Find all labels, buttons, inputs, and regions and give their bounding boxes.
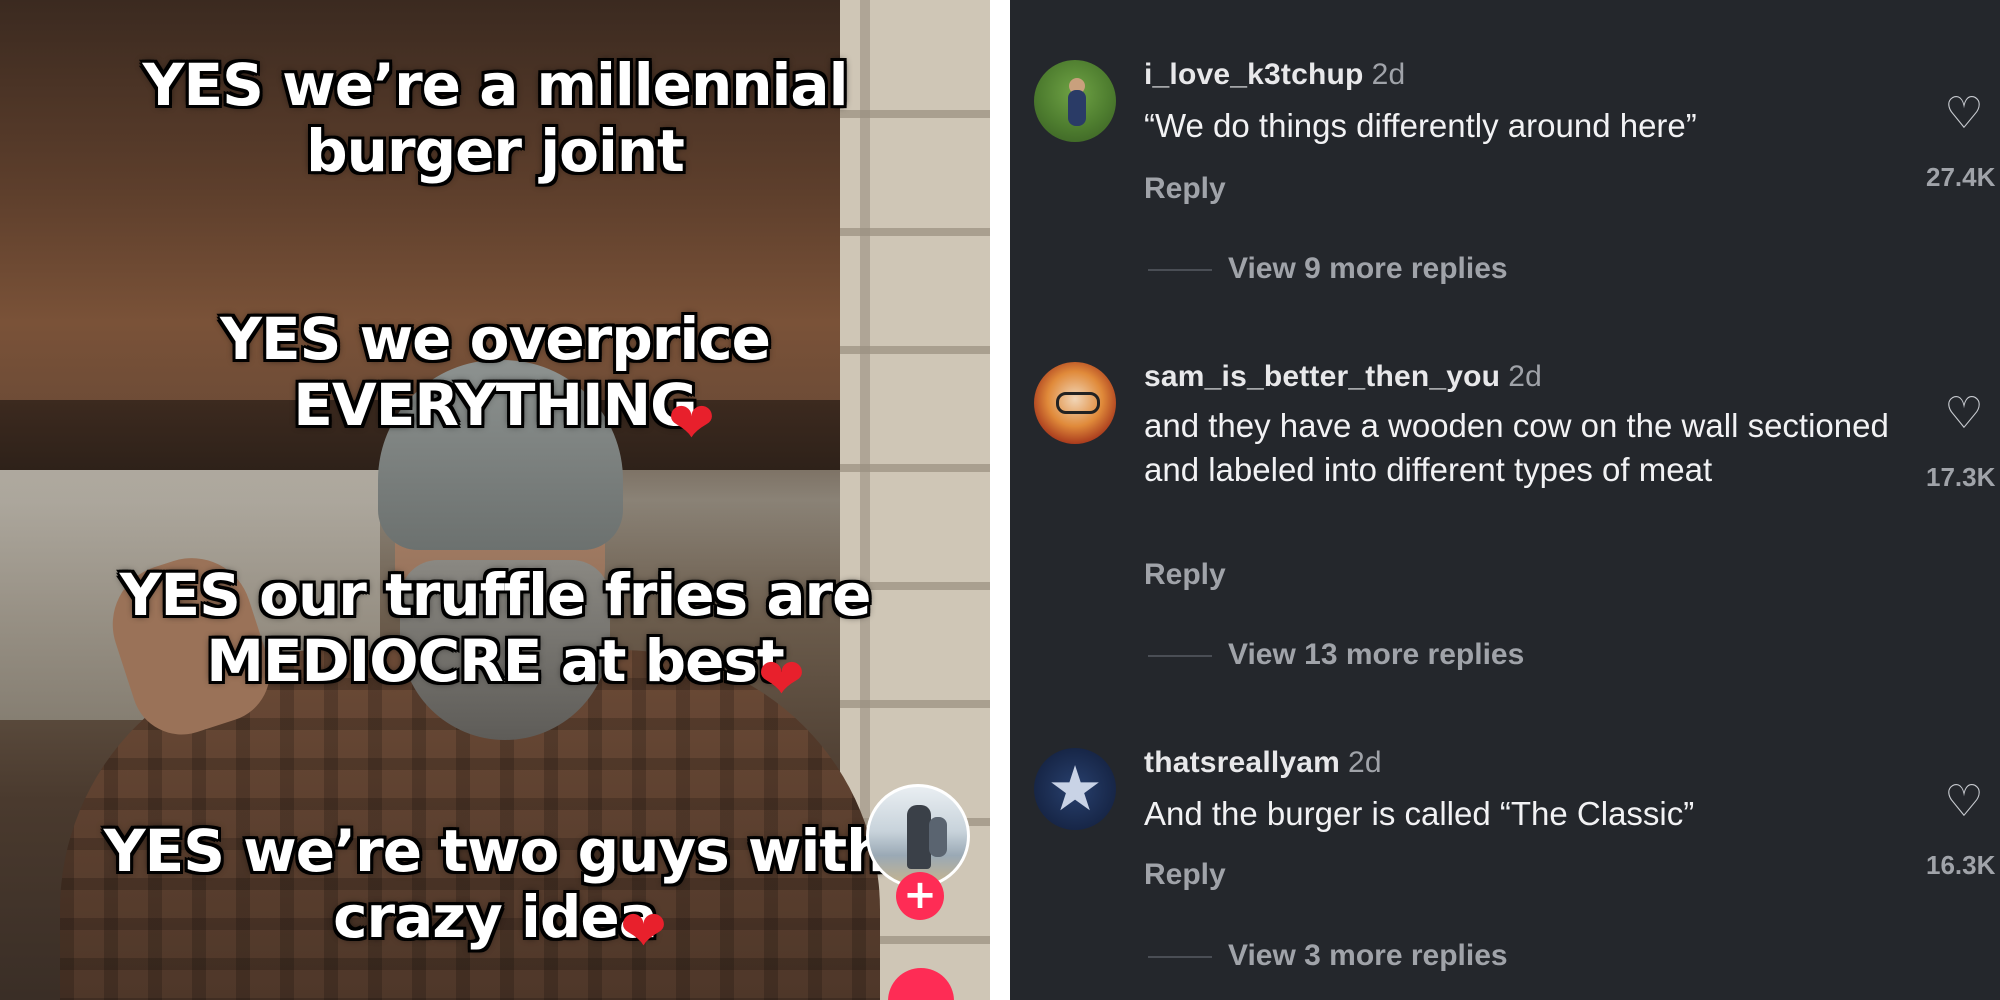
red-heart-emoji: ❤ bbox=[668, 391, 715, 456]
heart-outline-icon[interactable]: ♡ bbox=[1942, 92, 1986, 136]
avatar-glasses bbox=[1056, 392, 1100, 414]
avatar[interactable]: ★ bbox=[1034, 748, 1116, 830]
like-count: 16.3K bbox=[1926, 850, 1996, 880]
like-count: 27.4K bbox=[1926, 162, 1996, 192]
username-text[interactable]: thatsreallyam bbox=[1144, 746, 1340, 779]
comment-age: 2d bbox=[1508, 360, 1542, 393]
avatar-figure bbox=[907, 805, 931, 869]
username-text[interactable]: i_love_k3tchup bbox=[1144, 58, 1364, 91]
view-more-replies-button[interactable]: View 9 more replies bbox=[1228, 252, 1508, 286]
panel-divider bbox=[990, 0, 1010, 1000]
red-heart-emoji: ❤ bbox=[620, 899, 667, 964]
avatar[interactable] bbox=[1034, 362, 1116, 444]
like-count: 17.3K bbox=[1926, 462, 1996, 492]
username-text[interactable]: sam_is_better_then_you bbox=[1144, 360, 1500, 393]
comment-username[interactable]: sam_is_better_then_you 2d bbox=[1144, 360, 1542, 394]
comment-age: 2d bbox=[1371, 58, 1406, 91]
comment-text: And the burger is called “The Classic” bbox=[1144, 795, 1695, 832]
comment-username[interactable]: i_love_k3tchup 2d bbox=[1144, 58, 1405, 92]
reply-button[interactable]: Reply bbox=[1144, 858, 1226, 892]
comment-text: and they have a wooden cow on the wall s… bbox=[1144, 407, 1889, 488]
star-icon: ★ bbox=[1047, 752, 1103, 825]
comment-text: “We do things differently around here” bbox=[1144, 107, 1697, 144]
caption-line-1: YES we’re a millennial burger joint bbox=[0, 52, 990, 184]
caption-text: YES we’re two guys with crazy idea bbox=[103, 817, 888, 951]
avatar[interactable] bbox=[1034, 60, 1116, 142]
caption-text: YES we’re a millennial burger joint bbox=[142, 51, 849, 185]
replies-divider bbox=[1148, 956, 1212, 958]
heart-outline-icon[interactable]: ♡ bbox=[1942, 780, 1986, 824]
follow-button[interactable]: + bbox=[896, 872, 944, 920]
comment-age: 2d bbox=[1348, 746, 1382, 779]
reply-button[interactable]: Reply bbox=[1144, 558, 1226, 592]
caption-line-2: YES we overprice EVERYTHING ❤ bbox=[0, 306, 990, 452]
replies-divider bbox=[1148, 269, 1212, 271]
view-more-replies-button[interactable]: View 13 more replies bbox=[1228, 638, 1524, 672]
heart-outline-icon[interactable]: ♡ bbox=[1942, 392, 1986, 436]
comment-username[interactable]: thatsreallyam 2d bbox=[1144, 746, 1382, 780]
view-more-replies-button[interactable]: View 3 more replies bbox=[1228, 939, 1508, 973]
caption-line-4: YES we’re two guys with crazy idea ❤ bbox=[0, 817, 990, 960]
avatar-figure-secondary bbox=[929, 817, 947, 857]
caption-line-3: YES our truffle fries are MEDIOCRE at be… bbox=[0, 562, 990, 708]
comments-panel: i_love_k3tchup 2d “We do things different… bbox=[1010, 0, 2000, 1000]
reply-button[interactable]: Reply bbox=[1144, 172, 1226, 206]
red-heart-emoji: ❤ bbox=[758, 647, 805, 712]
replies-divider bbox=[1148, 655, 1212, 657]
avatar-figure bbox=[1068, 90, 1086, 126]
video-frame[interactable]: YES we’re a millennial burger joint YES … bbox=[0, 0, 990, 1000]
